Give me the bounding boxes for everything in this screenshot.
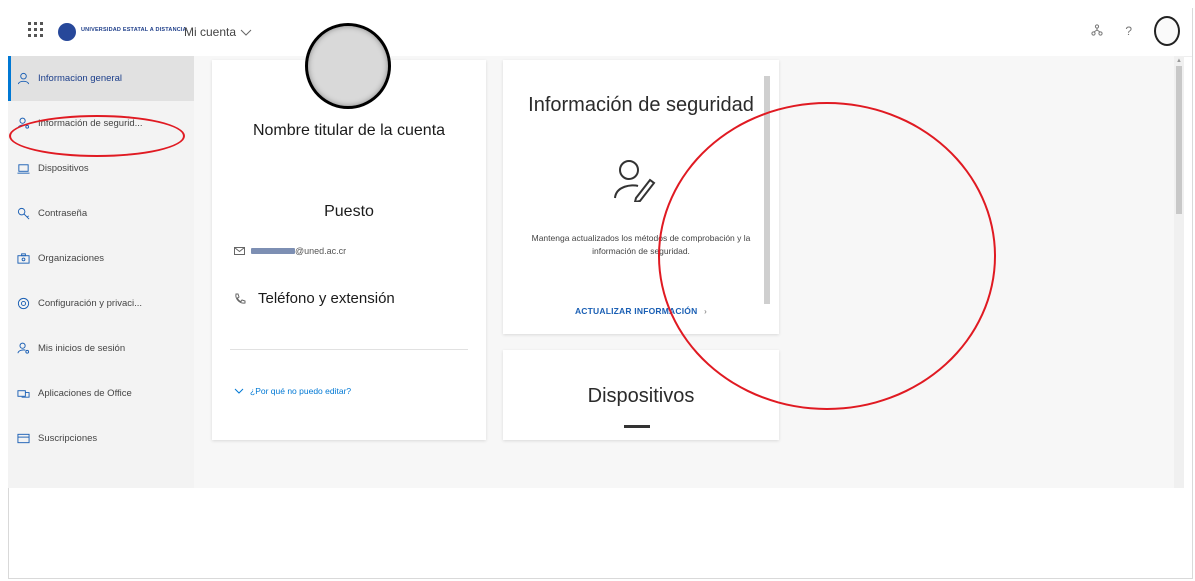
sidebar-item-label: Aplicaciones de Office (38, 388, 132, 399)
laptop-icon (16, 162, 30, 176)
card-icon (16, 432, 30, 446)
sidebar-item-informacion-seguridad[interactable]: Información de segurid... (8, 101, 194, 146)
sidebar-item-label: Suscripciones (38, 433, 98, 444)
security-card-description: Mantenga actualizados los métodos de com… (531, 233, 751, 256)
sidebar-item-label: Dispositivos (38, 163, 89, 174)
redacted-email-user (251, 248, 295, 254)
phone-label: Teléfono y extensión (258, 290, 395, 307)
sidebar-item-contrasena[interactable]: Contraseña (8, 191, 194, 236)
organization-logo[interactable]: UNIVERSIDAD ESTATAL A DISTANCIA (58, 22, 187, 42)
devices-card-title: Dispositivos (587, 385, 695, 407)
sidebar-item-label: Informacion general (38, 73, 122, 84)
update-info-link[interactable]: ACTUALIZAR INFORMACIÓN › (516, 306, 766, 316)
key-icon (16, 207, 30, 221)
page-scrollbar-thumb[interactable] (1176, 66, 1182, 214)
sidebar-item-configuracion-privacidad[interactable]: Configuración y privaci... (8, 281, 194, 326)
help-icon[interactable]: ? (1125, 24, 1132, 38)
sidebar-item-label: Configuración y privaci... (38, 298, 143, 309)
person-key-icon (16, 117, 30, 131)
sidebar-item-inicios-sesion[interactable]: Mis inicios de sesión (8, 326, 194, 371)
chevron-right-icon: › (703, 306, 708, 316)
job-title: Puesto (324, 203, 374, 220)
sidebar-item-label: Organizaciones (38, 253, 105, 264)
why-cant-edit-link[interactable]: ¿Por qué no puedo editar? (234, 386, 351, 396)
sidebar-item-informacion-general[interactable]: Informacion general (8, 56, 194, 101)
mail-icon (234, 247, 245, 255)
device-icon (624, 425, 650, 428)
sidebar-item-suscripciones[interactable]: Suscripciones (8, 416, 194, 461)
update-info-label: ACTUALIZAR INFORMACIÓN (574, 306, 698, 316)
org-chart-icon[interactable] (1091, 23, 1103, 39)
phone-row: Teléfono y extensión (234, 290, 395, 307)
user-avatar[interactable] (1154, 16, 1180, 46)
app-launcher-icon[interactable] (28, 22, 46, 40)
account-menu-label: Mi cuenta (184, 25, 237, 39)
profile-avatar[interactable] (305, 23, 391, 109)
person-key-icon (16, 342, 30, 356)
email-domain: @uned.ac.cr (295, 246, 347, 256)
sidebar-item-aplicaciones-office[interactable]: Aplicaciones de Office (8, 371, 194, 416)
chevron-down-icon (240, 29, 252, 36)
account-menu-dropdown[interactable]: Mi cuenta (184, 25, 252, 39)
logo-emblem-icon (58, 23, 76, 41)
security-card-title: Información de seguridad (528, 94, 754, 116)
sidebar-item-label: Contraseña (38, 208, 88, 219)
scroll-up-icon[interactable]: ▲ (1176, 58, 1182, 64)
sidebar-item-label: Información de segurid... (38, 118, 143, 129)
sidebar-item-label: Mis inicios de sesión (38, 343, 126, 354)
office-apps-icon (16, 387, 30, 401)
page-scrollbar[interactable]: ▲ (1174, 56, 1184, 488)
gear-icon (16, 297, 30, 311)
top-bar: UNIVERSIDAD ESTATAL A DISTANCIA Mi cuent… (8, 8, 1192, 57)
chevron-down-icon (234, 388, 244, 394)
email-row: @uned.ac.cr (234, 246, 346, 256)
logo-text: UNIVERSIDAD ESTATAL A DISTANCIA (81, 27, 187, 34)
sidebar-nav: Informacion general Información de segur… (8, 56, 194, 488)
sidebar-item-organizaciones[interactable]: Organizaciones (8, 236, 194, 281)
card-divider (230, 349, 468, 350)
phone-icon (235, 293, 246, 304)
briefcase-icon (16, 252, 30, 266)
person-icon (16, 72, 30, 86)
person-edit-icon (614, 160, 656, 202)
why-cant-edit-label: ¿Por qué no puedo editar? (250, 386, 352, 396)
account-name: Nombre titular de la cuenta (252, 122, 446, 139)
sidebar-item-dispositivos[interactable]: Dispositivos (8, 146, 194, 191)
